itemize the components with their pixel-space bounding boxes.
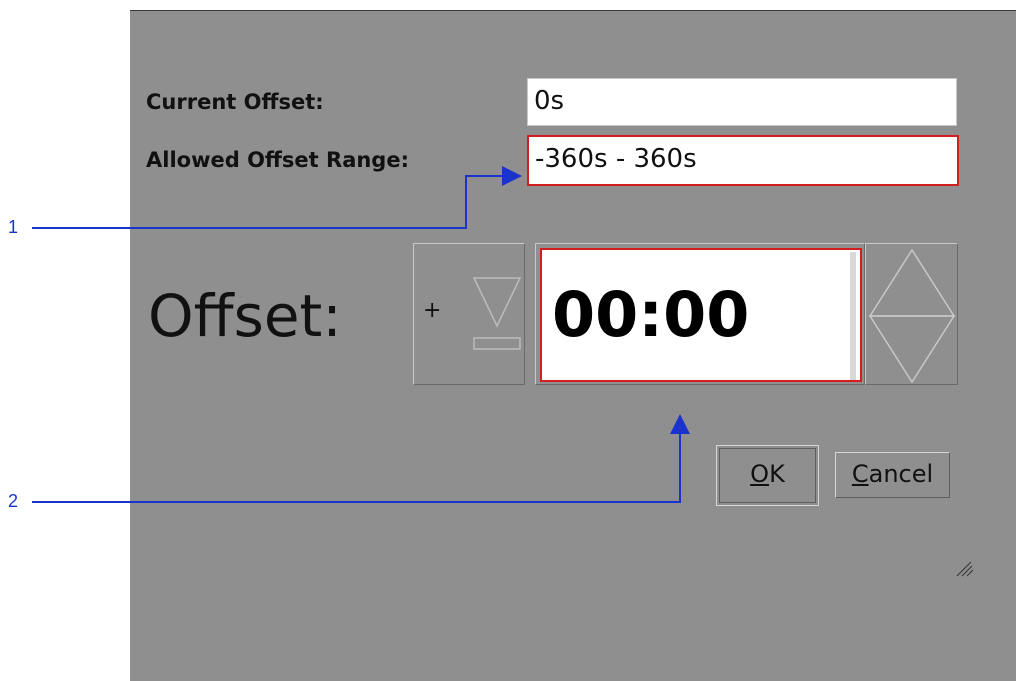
callout-number-1: 1	[8, 217, 19, 237]
callout-line-1	[32, 166, 522, 229]
callout-line-2	[32, 414, 690, 503]
callout-lines	[32, 166, 690, 503]
callout-number-2: 2	[8, 491, 19, 511]
